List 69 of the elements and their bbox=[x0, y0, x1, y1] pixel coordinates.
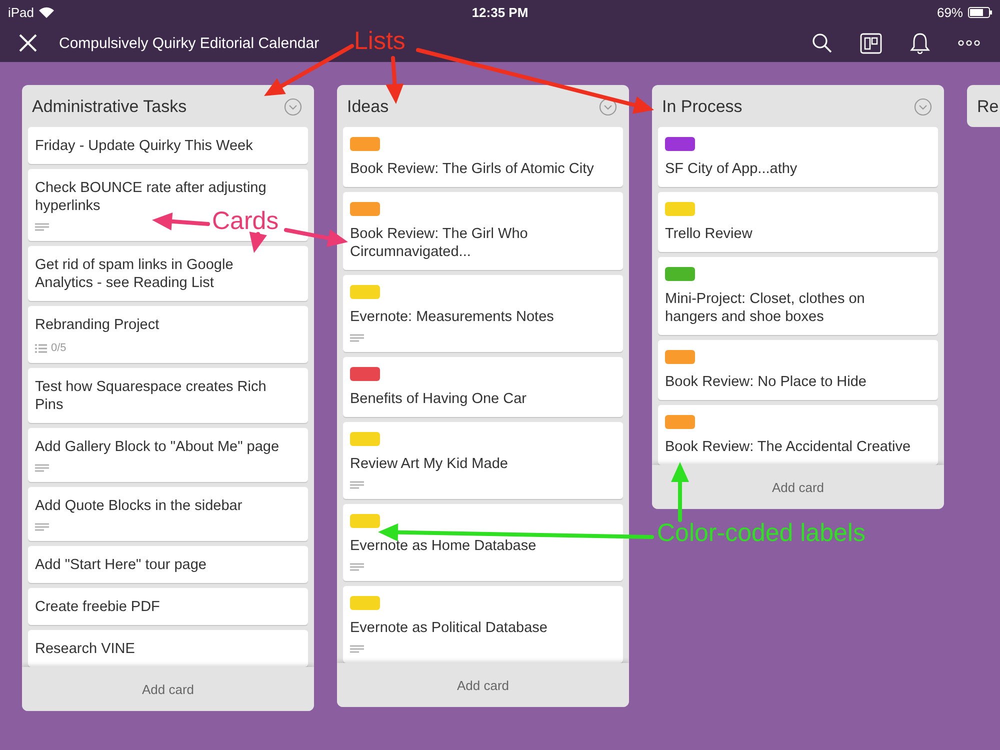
task-card[interactable]: Add Quote Blocks in the sidebar bbox=[28, 487, 308, 541]
bell-icon[interactable] bbox=[910, 32, 930, 54]
annotation-label: Color-coded labels bbox=[657, 518, 866, 548]
card-title: Create freebie PDF bbox=[35, 598, 160, 616]
list-title: In Process bbox=[662, 96, 742, 116]
task-card[interactable]: Book Review: The Accidental Creative bbox=[658, 405, 938, 465]
battery-icon bbox=[968, 6, 992, 18]
card-title: Book Review: The Girls of Atomic City bbox=[350, 160, 594, 178]
add-card-button[interactable]: Add card bbox=[337, 663, 629, 707]
annotation-label: Lists bbox=[354, 26, 406, 56]
card-title: Test how Squarespace creates Rich Pins bbox=[35, 378, 268, 414]
card-title: Get rid of spam links in Google Analytics - see Reading List bbox=[35, 256, 234, 292]
task-card[interactable]: Add Gallery Block to "About Me" page bbox=[28, 428, 308, 482]
card-title: Add "Start Here" tour page bbox=[35, 556, 207, 574]
task-card[interactable]: Get rid of spam links in Google Analytics - see Reading List bbox=[28, 246, 308, 301]
list-title: Re bbox=[977, 96, 999, 116]
annotation-arrow bbox=[249, 232, 267, 253]
card-title: Evernote: Measurements Notes bbox=[350, 308, 554, 326]
card-title: Trello Review bbox=[665, 225, 752, 243]
task-card[interactable]: Trello Review bbox=[658, 192, 938, 252]
task-card[interactable]: Mini-Project: Closet, clothes on hangers and shoe boxes bbox=[658, 257, 938, 335]
checklist-count: 0/5 bbox=[51, 342, 66, 354]
list-title: Ideas bbox=[347, 96, 389, 116]
task-card[interactable]: Research VINE bbox=[28, 630, 308, 667]
annotation-arrow bbox=[671, 462, 689, 522]
card-title: Add Quote Blocks in the sidebar bbox=[35, 497, 242, 515]
task-card[interactable]: Friday - Update Quirky This Week bbox=[28, 127, 308, 164]
checklist-icon bbox=[35, 344, 47, 352]
card-title: Benefits of Having One Car bbox=[350, 390, 527, 408]
add-card-button[interactable]: Add card bbox=[22, 667, 314, 711]
card-title: Review Art My Kid Made bbox=[350, 455, 508, 473]
wifi-icon bbox=[39, 6, 54, 18]
task-card[interactable]: Review Art My Kid Made bbox=[343, 422, 623, 499]
task-card[interactable]: Benefits of Having One Car bbox=[343, 357, 623, 417]
card-title: SF City of App...athy bbox=[665, 160, 798, 178]
card-title: Book Review: The Girl Who Circumnavigated... bbox=[350, 225, 529, 261]
annotation-arrow bbox=[152, 212, 210, 230]
card-title: Research VINE bbox=[35, 640, 135, 658]
card-title: Rebranding Project bbox=[35, 316, 160, 334]
add-card-button[interactable]: Add card bbox=[652, 465, 944, 509]
task-card[interactable]: Book Review: The Girl Who Circumnavigated... bbox=[343, 192, 623, 270]
card-title: Mini-Project: Closet, clothes on hangers and shoe boxes bbox=[665, 290, 866, 326]
card-title: Evernote as Political Database bbox=[350, 619, 548, 637]
card-title: Add Gallery Block to "About Me" page bbox=[35, 438, 280, 456]
card-title: Friday - Update Quirky This Week bbox=[35, 137, 253, 155]
search-icon[interactable] bbox=[812, 33, 832, 53]
task-card[interactable]: Rebranding Project 0/5 bbox=[28, 306, 308, 363]
board-icon[interactable] bbox=[860, 32, 882, 54]
task-card[interactable]: SF City of App...athy bbox=[658, 127, 938, 187]
task-card[interactable]: Evernote as Political Database bbox=[343, 586, 623, 663]
close-icon[interactable] bbox=[19, 34, 37, 52]
board-title: Compulsively Quirky Editorial Calendar bbox=[59, 34, 320, 52]
card-title: Book Review: The Accidental Creative bbox=[665, 438, 911, 456]
annotation-arrow bbox=[284, 228, 348, 248]
task-card[interactable]: Add "Start Here" tour page bbox=[28, 546, 308, 583]
task-card[interactable]: Evernote: Measurements Notes bbox=[343, 275, 623, 352]
task-card[interactable]: Book Review: The Girls of Atomic City bbox=[343, 127, 623, 187]
battery-percent: 69% bbox=[936, 4, 963, 20]
list-title: Administrative Tasks bbox=[32, 96, 187, 116]
task-card[interactable]: Test how Squarespace creates Rich Pins bbox=[28, 368, 308, 423]
more-icon[interactable] bbox=[958, 40, 980, 46]
task-card[interactable]: Evernote as Home Database bbox=[343, 504, 623, 581]
task-card[interactable]: Book Review: No Place to Hide bbox=[658, 340, 938, 400]
chevron-circle-icon[interactable] bbox=[599, 98, 617, 116]
card-title: Book Review: No Place to Hide bbox=[665, 373, 866, 391]
device-name: iPad bbox=[8, 4, 34, 20]
task-card[interactable]: Create freebie PDF bbox=[28, 588, 308, 625]
clock-time: 12:35 PM bbox=[472, 4, 528, 20]
card-title: Evernote as Home Database bbox=[350, 537, 536, 555]
